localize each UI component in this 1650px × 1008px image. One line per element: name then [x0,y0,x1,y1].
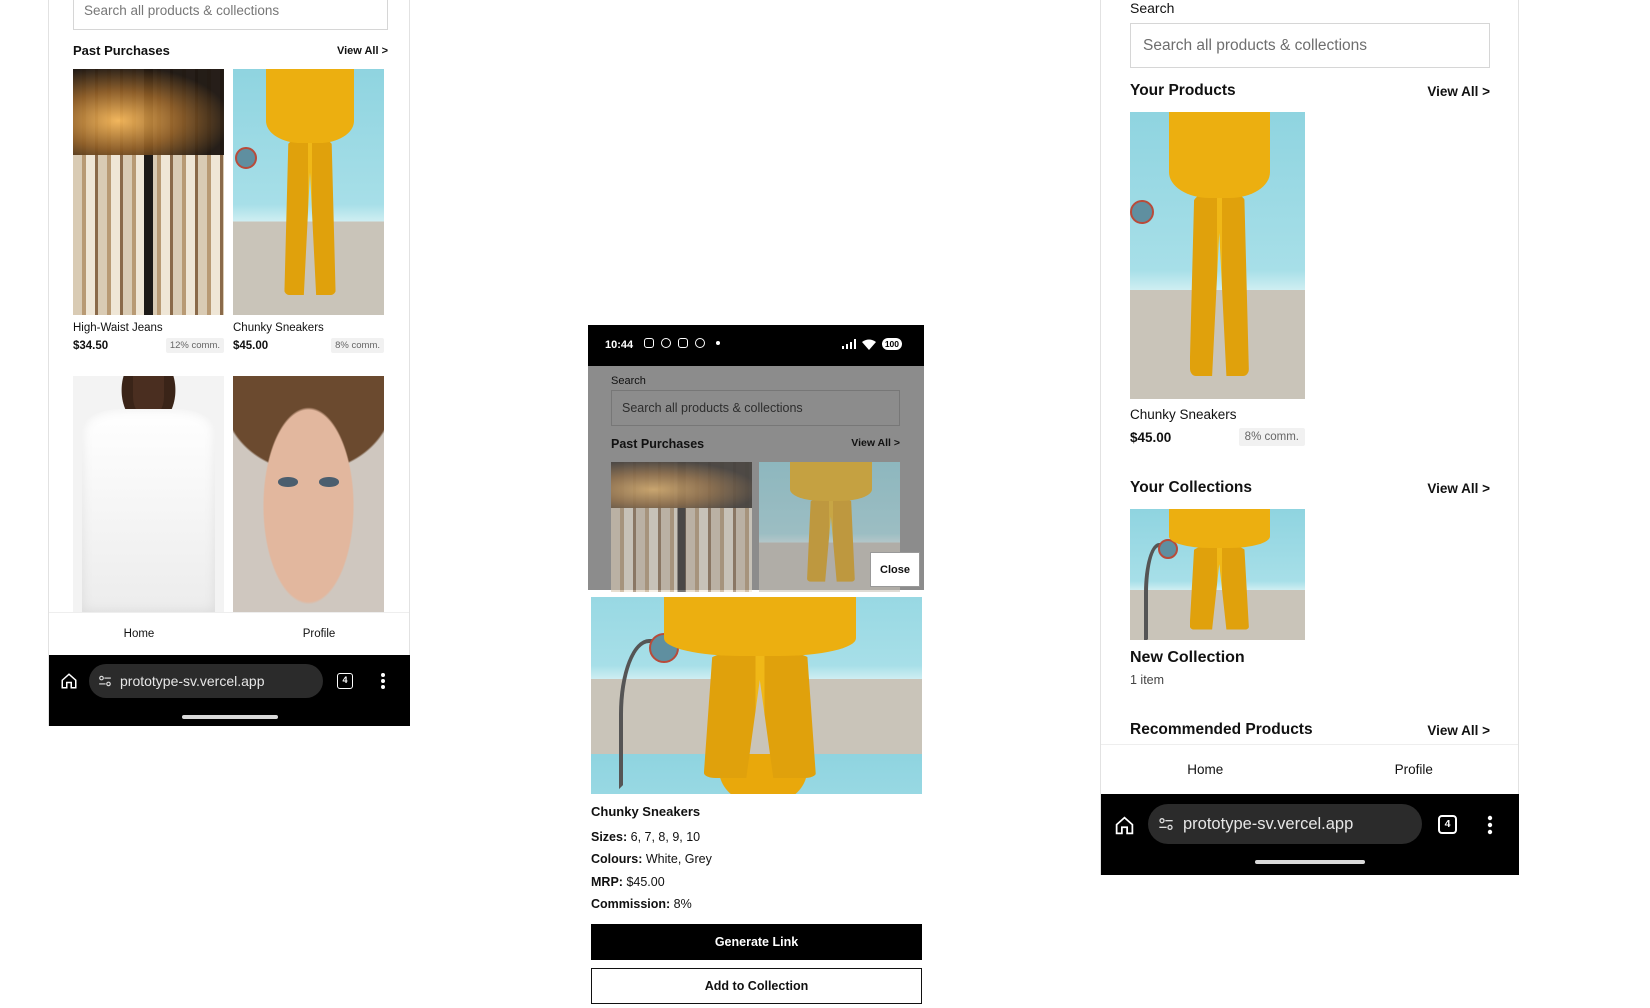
add-to-collection-button[interactable]: Add to Collection [591,968,922,1004]
tabs-icon[interactable]: 4 [1438,815,1457,834]
site-settings-icon[interactable] [1158,816,1174,832]
product-price: $34.50 [73,339,109,352]
browser-toolbar: prototype-sv.vercel.app 4 [49,655,410,726]
view-all-link[interactable]: View All > [1427,723,1490,738]
notification-icons [644,338,720,348]
product-image [233,376,384,612]
system-status-icons: 100 [841,338,902,350]
home-icon[interactable] [60,672,78,690]
generate-link-button[interactable]: Generate Link [591,924,922,960]
battery-icon: 100 [881,338,902,350]
close-button[interactable]: Close [870,552,920,587]
section-title: Your Products [1130,82,1236,99]
section-title: Recommended Products [1130,721,1313,738]
signal-icon [841,339,856,349]
search-label: Search [611,375,646,387]
recommended-header: Recommended Products View All > [1130,721,1490,739]
tab-profile[interactable]: Profile [229,613,409,654]
site-settings-icon[interactable] [98,674,112,688]
product-card[interactable]: Chunky Sneakers $45.00 8% comm. [233,69,384,353]
product-name: High-Waist Jeans [73,322,163,334]
home-indicator[interactable] [182,715,278,719]
home-indicator[interactable] [1255,860,1365,864]
commission-badge: 12% comm. [165,338,224,353]
collection-name: New Collection [1130,649,1245,666]
colours-row: Colours: White, Grey [591,852,712,866]
right-phone-screen: Search Search all products & collections… [1100,0,1519,875]
your-collections-header: Your Collections View All > [1130,479,1490,497]
tabs-icon[interactable]: 4 [337,673,353,689]
mrp-row: MRP: $45.00 [591,874,665,889]
view-all-link[interactable]: View All > [851,437,900,451]
product-image [73,69,224,315]
product-card[interactable]: High-Waist Jeans $34.50 12% comm. [73,69,224,353]
product-title: Chunky Sneakers [591,804,701,819]
instagram-icon [678,338,688,348]
hoop-board-decor [649,633,679,663]
view-all-link[interactable]: View All > [1427,481,1490,496]
view-all-link[interactable]: View All > [337,45,388,57]
past-purchases-header: Past Purchases View All > [611,437,900,451]
status-time: 10:44 [605,339,634,351]
app-icon [695,338,705,348]
status-bar: 10:44 100 [588,325,924,366]
url-bar[interactable]: prototype-sv.vercel.app [89,664,323,698]
section-title: Past Purchases [73,43,170,58]
url-text: prototype-sv.vercel.app [120,673,265,689]
home-icon[interactable] [1114,815,1135,836]
product-price: $45.00 [1130,429,1172,445]
more-menu-icon[interactable] [380,672,386,690]
hoop-decor [235,147,257,169]
chat-icon [661,338,671,348]
product-details: Chunky Sneakers Sizes: 6, 7, 8, 9, 10 Co… [591,801,922,916]
product-name: Chunky Sneakers [233,322,324,334]
search-label: Search [1130,0,1175,16]
collection-card[interactable]: New Collection 1 item [1130,509,1305,687]
product-image [1130,112,1305,399]
search-input[interactable]: Search all products & collections [73,0,388,30]
more-menu-icon[interactable] [1487,815,1493,835]
product-image [611,462,752,592]
hoop-board-decor [1158,539,1178,559]
product-image [233,69,384,315]
wifi-icon [861,339,876,350]
browser-toolbar: prototype-sv.vercel.app 4 [1101,794,1519,875]
product-price: $45.00 [233,339,269,352]
collection-count: 1 item [1130,673,1165,687]
search-input[interactable]: Search all products & collections [611,390,900,426]
more-notifications-icon [716,341,720,345]
section-title: Your Collections [1130,479,1253,496]
product-name: Chunky Sneakers [1130,407,1237,422]
view-all-link[interactable]: View All > [1427,84,1490,99]
product-card[interactable]: Chunky Sneakers $45.00 8% comm. [1130,112,1305,446]
your-products-header: Your Products View All > [1130,82,1490,100]
tab-profile[interactable]: Profile [1310,745,1519,794]
section-title: Past Purchases [611,437,705,451]
product-card[interactable] [73,376,224,612]
commission-row: Commission: 8% [591,897,692,911]
instagram-icon [644,338,654,348]
product-detail-image [591,597,922,794]
left-phone-screen: Search all products & collections Past P… [48,0,410,726]
tab-home[interactable]: Home [1101,745,1310,794]
commission-badge: 8% comm. [331,338,384,353]
hoop-decor [1130,200,1154,224]
middle-phone-screen: 10:44 100 Search Search all products & c… [588,325,924,1008]
bottom-tab-bar: Home Profile [49,612,409,654]
bottom-tab-bar: Home Profile [1101,744,1518,794]
commission-badge: 8% comm. [1238,428,1305,446]
search-input[interactable]: Search all products & collections [1130,23,1490,68]
url-bar[interactable]: prototype-sv.vercel.app [1148,804,1422,844]
product-image [73,376,224,612]
past-purchases-header: Past Purchases View All > [73,43,388,58]
collection-image [1130,509,1305,640]
sizes-row: Sizes: 6, 7, 8, 9, 10 [591,829,701,844]
tab-home[interactable]: Home [49,613,229,654]
url-text: prototype-sv.vercel.app [1183,814,1354,833]
product-card[interactable] [233,376,384,612]
